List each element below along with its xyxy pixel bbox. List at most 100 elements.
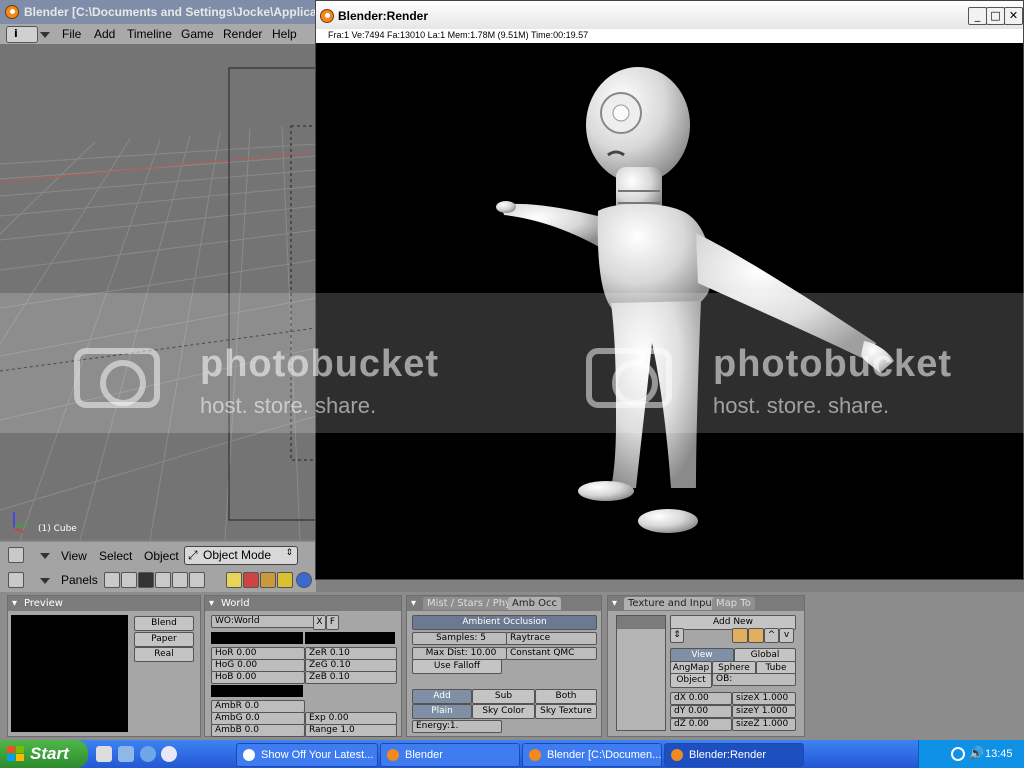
dx-field[interactable]: dX 0.00 — [670, 692, 732, 705]
close-button[interactable]: ✕ — [1004, 7, 1023, 25]
windows-media-icon[interactable] — [161, 746, 177, 762]
browse-texture-icon[interactable]: ⇕ — [670, 628, 684, 643]
volume-icon[interactable]: 🔊 — [969, 746, 984, 760]
sizez-field[interactable]: sizeZ 1.000 — [732, 718, 796, 731]
sky-texture-button[interactable]: Sky Texture — [535, 704, 597, 719]
3d-viewport[interactable] — [0, 44, 316, 540]
move-down-icon[interactable]: v — [779, 628, 794, 643]
dz-field[interactable]: dZ 0.00 — [670, 718, 732, 731]
zenith-color-swatch[interactable] — [305, 632, 395, 644]
blender-logo-icon — [320, 9, 334, 23]
collapse-header-icon[interactable] — [40, 553, 50, 559]
horizon-color-swatch[interactable] — [211, 632, 303, 644]
texture-subcontext-icon[interactable] — [260, 572, 276, 588]
object-context-icon[interactable] — [155, 572, 171, 588]
paste-up-icon[interactable] — [748, 628, 764, 643]
object-mode-select[interactable]: ⤢ Object Mode ⇕ — [184, 546, 298, 565]
tab-map-to[interactable]: Map To — [712, 597, 755, 610]
menu-add[interactable]: Add — [94, 27, 115, 41]
world-subcontext-icon[interactable] — [296, 572, 312, 588]
paper-button[interactable]: Paper — [134, 632, 194, 647]
script-context-icon[interactable] — [121, 572, 137, 588]
tab-mist-stars-phy[interactable]: Mist / Stars / Phy — [423, 597, 515, 610]
panels-label: Panels — [61, 573, 98, 587]
clock[interactable]: 13:45 — [985, 748, 1013, 760]
maximize-button[interactable]: □ — [986, 7, 1005, 25]
task-blender-main[interactable]: Blender [C:\Documen... — [522, 743, 662, 767]
both-mode-button[interactable]: Both — [535, 689, 597, 704]
viewport-grid — [0, 67, 316, 540]
menu-help[interactable]: Help — [272, 27, 297, 41]
media-player-icon[interactable] — [118, 746, 134, 762]
collapse-buttons-header-icon[interactable] — [40, 578, 50, 584]
real-button[interactable]: Real — [134, 647, 194, 662]
grid-editor-icon[interactable] — [8, 547, 24, 563]
preview-panel-header[interactable]: ▾ Preview — [8, 596, 200, 611]
lamp-subcontext-icon[interactable] — [226, 572, 242, 588]
task-label: Blender [C:\Documen... — [547, 749, 662, 761]
texture-panel-header: ▾ Texture and Input Map To — [608, 596, 804, 611]
world-name-field[interactable]: WO:World — [211, 615, 316, 628]
task-browser[interactable]: Show Off Your Latest... — [236, 743, 378, 767]
plain-color-button[interactable]: Plain — [412, 704, 472, 719]
ambient-color-swatch[interactable] — [211, 685, 303, 697]
task-blender-render[interactable]: Blender:Render — [664, 743, 804, 767]
menu-timeline[interactable]: Timeline — [127, 27, 172, 41]
blender-logo-icon — [5, 5, 19, 19]
menu-object[interactable]: Object — [144, 549, 179, 563]
texture-channel-list[interactable] — [616, 615, 666, 731]
show-desktop-icon[interactable] — [96, 746, 112, 762]
editing-context-icon[interactable] — [172, 572, 188, 588]
range-slider[interactable]: Range 1.0 — [305, 724, 397, 737]
object-mode-label: Object Mode — [203, 548, 272, 562]
start-button[interactable]: Start — [0, 740, 88, 768]
fake-user-button[interactable]: F — [326, 615, 339, 630]
menu-view[interactable]: View — [61, 549, 87, 563]
window-type-button[interactable]: i — [6, 26, 38, 43]
unlink-world-button[interactable]: X — [313, 615, 326, 630]
radio-subcontext-icon[interactable] — [277, 572, 293, 588]
copy-down-icon[interactable] — [732, 628, 748, 643]
menu-file[interactable]: File — [62, 27, 81, 41]
menu-render[interactable]: Render — [223, 27, 262, 41]
sky-color-button[interactable]: Sky Color — [472, 704, 535, 719]
sub-mode-button[interactable]: Sub — [472, 689, 535, 704]
object-coords-button[interactable]: Object — [670, 673, 712, 688]
ambb-slider[interactable]: AmbB 0.0 — [211, 724, 305, 737]
buttons-editor-icon[interactable] — [8, 572, 24, 588]
zeb-slider[interactable]: ZeB 0.10 — [305, 671, 397, 684]
menu-select[interactable]: Select — [99, 549, 132, 563]
texture-channel-slot[interactable] — [617, 616, 665, 629]
tray-expand-icon[interactable] — [951, 747, 965, 761]
task-blender-console[interactable]: Blender — [380, 743, 520, 767]
render-window-titlebar[interactable]: Blender:Render _ □ ✕ — [316, 1, 1023, 30]
energy-slider[interactable]: Energy:1. — [412, 720, 502, 733]
minimize-button[interactable]: _ — [968, 7, 987, 25]
internet-explorer-icon[interactable] — [140, 746, 156, 762]
main-window-titlebar[interactable]: Blender [C:\Documents and Settings\Jocke… — [0, 0, 331, 24]
sizey-field[interactable]: sizeY 1.000 — [732, 705, 796, 718]
render-window[interactable]: Blender:Render _ □ ✕ Fra:1 Ve:7494 Fa:13… — [315, 0, 1024, 580]
samples-field[interactable]: Samples: 5 — [412, 632, 507, 645]
ambient-occlusion-toggle[interactable]: Ambient Occlusion — [412, 615, 597, 630]
material-subcontext-icon[interactable] — [243, 572, 259, 588]
shading-context-icon[interactable] — [138, 572, 154, 588]
collapse-menu-icon[interactable] — [40, 32, 50, 38]
add-mode-button[interactable]: Add — [412, 689, 472, 704]
scene-context-icon[interactable] — [189, 572, 205, 588]
task-label: Blender:Render — [689, 749, 767, 761]
object-name-field[interactable]: OB: — [712, 673, 796, 686]
tab-amb-occ[interactable]: Amb Occ — [508, 597, 561, 610]
sizex-field[interactable]: sizeX 1.000 — [732, 692, 796, 705]
hob-slider[interactable]: HoB 0.00 — [211, 671, 305, 684]
use-falloff-button[interactable]: Use Falloff — [412, 659, 502, 674]
raytrace-select[interactable]: Raytrace — [506, 632, 597, 645]
logic-context-icon[interactable] — [104, 572, 120, 588]
menu-game[interactable]: Game — [181, 27, 214, 41]
sampling-method-select[interactable]: Constant QMC — [506, 647, 597, 660]
move-up-icon[interactable]: ^ — [764, 628, 779, 643]
world-panel-header[interactable]: ▾ World — [205, 596, 401, 611]
tab-texture-and-input[interactable]: Texture and Input — [624, 597, 720, 610]
blend-button[interactable]: Blend — [134, 616, 194, 631]
dy-field[interactable]: dY 0.00 — [670, 705, 732, 718]
